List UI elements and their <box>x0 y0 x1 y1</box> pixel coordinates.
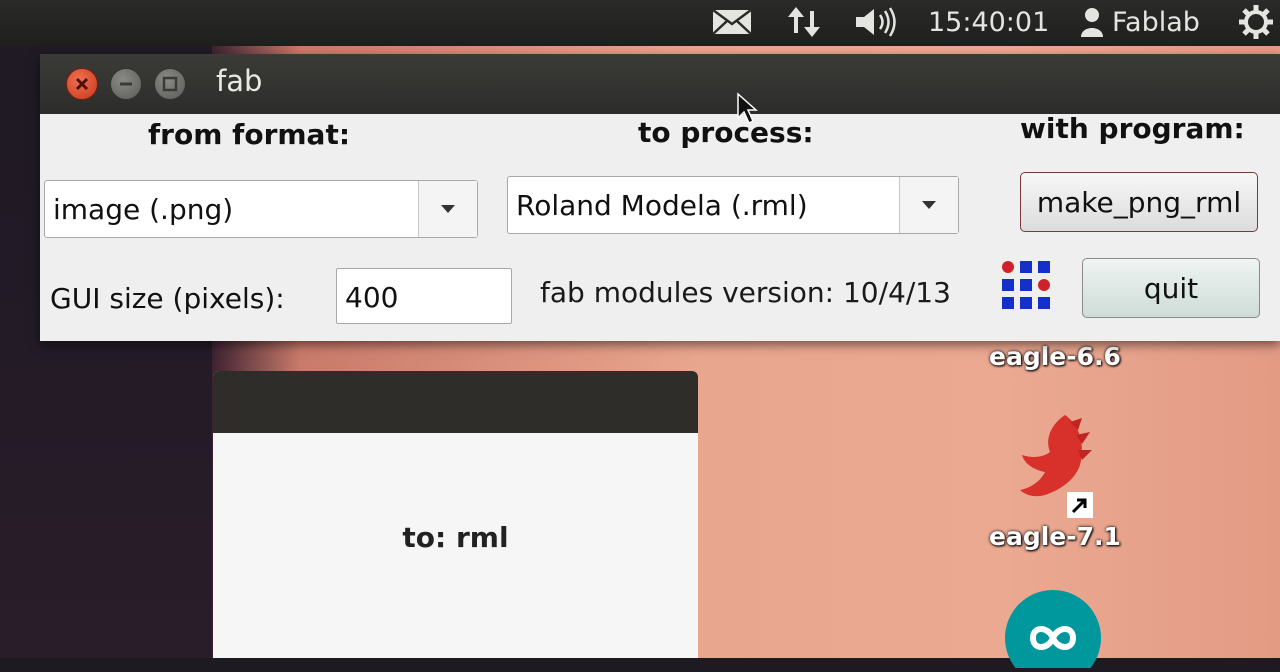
version-text: fab modules version: 10/4/13 <box>540 276 951 309</box>
with-program-heading: with program: <box>1020 112 1245 145</box>
gui-size-input[interactable]: 400 <box>336 268 512 324</box>
desktop-icon-label: eagle-6.6 <box>989 342 1121 371</box>
rml-window-titlebar[interactable] <box>213 371 698 433</box>
minimize-button[interactable] <box>110 68 142 100</box>
from-format-heading: from format: <box>148 118 351 151</box>
to-process-select[interactable]: Roland Modela (.rml) <box>507 176 959 234</box>
to-process-dropdown[interactable] <box>899 177 958 233</box>
quit-button[interactable]: quit <box>1082 258 1260 318</box>
close-button[interactable] <box>66 68 98 100</box>
to-process-value: Roland Modela (.rml) <box>516 189 808 222</box>
volume-indicator[interactable] <box>854 2 900 42</box>
person-icon <box>1081 8 1103 37</box>
gear-icon <box>1239 5 1273 39</box>
arduino-icon <box>1005 590 1101 672</box>
network-icon <box>788 7 820 37</box>
desktop-icon-arduino[interactable] <box>1003 588 1103 672</box>
user-menu[interactable]: Fablab <box>1080 2 1200 42</box>
shortcut-arrow-icon <box>1067 492 1093 518</box>
fab-window: fab from format: to process: with progra… <box>40 54 1280 341</box>
mail-indicator[interactable] <box>712 2 752 42</box>
user-name: Fablab <box>1112 6 1200 38</box>
network-indicator[interactable] <box>786 2 822 42</box>
from-format-dropdown[interactable] <box>418 181 477 237</box>
gui-size-value: 400 <box>345 281 399 314</box>
mail-icon <box>712 9 752 35</box>
window-title: fab <box>216 64 263 98</box>
mouse-cursor-icon <box>737 92 758 125</box>
minimize-icon <box>120 82 132 86</box>
close-icon <box>75 77 89 91</box>
desktop-icon-eagle-7-1[interactable]: eagle-7.1 <box>985 410 1125 560</box>
session-menu[interactable] <box>1238 2 1274 42</box>
make-png-rml-button[interactable]: make_png_rml <box>1020 172 1258 232</box>
to-process-heading: to process: <box>638 116 814 149</box>
window-titlebar[interactable]: fab <box>40 54 1280 114</box>
fab-logo-icon <box>1002 261 1050 309</box>
rml-window: to: rml <box>213 371 698 658</box>
from-format-select[interactable]: image (.png) <box>44 180 478 238</box>
chevron-down-icon <box>441 205 455 213</box>
maximize-button[interactable] <box>154 68 186 100</box>
volume-icon <box>856 7 896 37</box>
desktop-icon-label: eagle-7.1 <box>989 522 1121 551</box>
from-format-value: image (.png) <box>53 193 234 226</box>
top-panel: 15:40:01 Fablab <box>0 0 1280 46</box>
rml-window-text: to: rml <box>402 521 509 554</box>
clock[interactable]: 15:40:01 <box>928 2 1049 42</box>
gui-size-label: GUI size (pixels): <box>50 282 285 315</box>
chevron-down-icon <box>922 201 936 209</box>
maximize-icon <box>162 76 178 92</box>
